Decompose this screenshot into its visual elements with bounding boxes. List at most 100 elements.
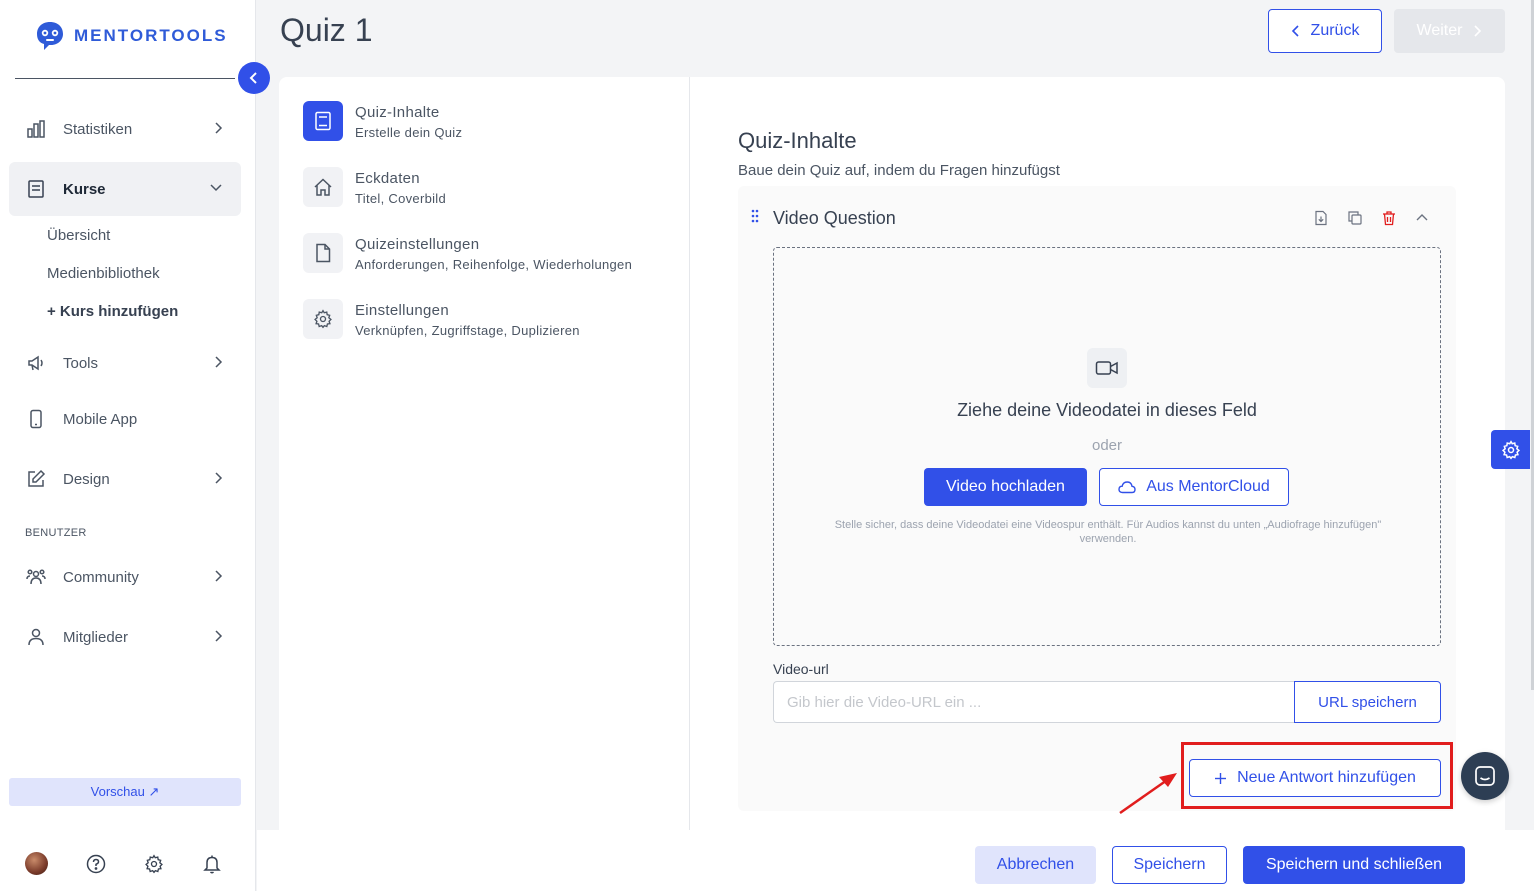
step-title: Quizeinstellungen	[355, 236, 480, 253]
annotation-arrow-icon	[1119, 773, 1177, 815]
back-label: Zurück	[1310, 22, 1360, 39]
duplicate-icon[interactable]	[1347, 210, 1363, 226]
bell-icon[interactable]	[202, 854, 222, 874]
sidebar: MENTORTOOLS Statistiken Kurse Übersicht …	[0, 0, 256, 891]
step-subtitle: Anforderungen, Reihenfolge, Wiederholung…	[355, 257, 633, 272]
nav-statistiken[interactable]: Statistiken	[9, 102, 241, 156]
nav-sub-medienbibliothek[interactable]: Medienbibliothek	[47, 265, 160, 282]
mentorcloud-button[interactable]: Aus MentorCloud	[1099, 468, 1289, 506]
chevron-right-icon	[213, 471, 223, 485]
sidebar-footer	[25, 852, 222, 875]
chevron-right-icon	[213, 629, 223, 643]
nav-label: Kurse	[63, 180, 106, 198]
mentorcloud-label: Aus MentorCloud	[1146, 478, 1270, 495]
nav-tools[interactable]: Tools	[9, 336, 241, 390]
question-title: Video Question	[773, 208, 896, 228]
chevron-left-icon	[1291, 24, 1301, 38]
step-title: Quiz-Inhalte	[355, 104, 440, 121]
step-title: Einstellungen	[355, 302, 449, 319]
step-icon-box	[303, 299, 343, 339]
step-title: Eckdaten	[355, 170, 420, 187]
settings-float-button[interactable]	[1491, 430, 1530, 469]
chevron-right-icon	[213, 569, 223, 583]
book-icon	[314, 111, 332, 131]
content-subtitle: Baue dein Quiz auf, indem du Fragen hinz…	[738, 162, 1060, 179]
book-icon	[25, 178, 47, 200]
preview-button[interactable]: Vorschau ↗	[9, 778, 241, 806]
gear-icon[interactable]	[144, 853, 164, 874]
chat-button[interactable]	[1461, 752, 1509, 800]
megaphone-icon	[25, 352, 47, 374]
step-icon-box	[303, 167, 343, 207]
dropzone-or: oder	[1091, 437, 1123, 454]
help-icon[interactable]	[86, 854, 106, 874]
content-title: Quiz-Inhalte	[738, 128, 857, 153]
step-subtitle: Titel, Coverbild	[355, 191, 447, 206]
next-label: Weiter	[1416, 22, 1463, 39]
gear-icon	[1501, 439, 1521, 460]
step-eckdaten[interactable]: Eckdaten Titel, Coverbild	[303, 167, 446, 207]
nav-label: Mobile App	[63, 410, 138, 428]
upload-video-button[interactable]: Video hochladen	[924, 468, 1087, 506]
step-subtitle: Erstelle dein Quiz	[355, 125, 463, 140]
pencil-icon	[25, 468, 47, 490]
chevron-right-icon	[213, 355, 223, 369]
question-panel: Video Question Ziehe deine Videodatei in…	[738, 186, 1456, 811]
nav-label: Mitglieder	[63, 628, 129, 646]
nav-kurse[interactable]: Kurse	[9, 162, 241, 216]
video-camera-icon	[1087, 348, 1127, 388]
save-and-close-button[interactable]: Speichern und schließen	[1243, 846, 1465, 884]
nav-label: Community	[63, 568, 139, 586]
editor-card: Quiz-Inhalte Erstelle dein Quiz Eckdaten…	[279, 77, 1505, 837]
import-file-icon[interactable]	[1313, 210, 1329, 226]
nav-label: Tools	[63, 354, 99, 372]
step-quiz-inhalte[interactable]: Quiz-Inhalte Erstelle dein Quiz	[303, 101, 462, 141]
section-label-benutzer: BENUTZER	[25, 527, 87, 539]
trash-icon[interactable]	[1381, 210, 1397, 226]
nav-sub-uebersicht[interactable]: Übersicht	[47, 227, 110, 244]
nav-design[interactable]: Design	[9, 452, 241, 506]
back-button[interactable]: Zurück	[1268, 9, 1382, 53]
bar-chart-icon	[25, 118, 47, 140]
mentortools-logo-icon	[34, 20, 66, 52]
divider	[15, 78, 235, 79]
video-url-label: Video-url	[773, 661, 829, 677]
users-icon	[25, 566, 47, 588]
steps-column: Quiz-Inhalte Erstelle dein Quiz Eckdaten…	[279, 77, 690, 837]
cloud-icon	[1118, 480, 1136, 494]
save-button[interactable]: Speichern	[1112, 846, 1227, 884]
step-icon-box	[303, 233, 343, 273]
next-button[interactable]: Weiter	[1394, 9, 1505, 53]
chevron-right-icon	[1472, 24, 1482, 38]
nav-mitglieder[interactable]: Mitglieder	[9, 610, 241, 664]
step-subtitle: Verknüpfen, Zugriffstage, Duplizieren	[355, 323, 580, 338]
home-icon	[313, 177, 333, 197]
nav-label: Statistiken	[63, 120, 133, 138]
nav-mobile-app[interactable]: Mobile App	[9, 392, 241, 446]
chevron-up-icon[interactable]	[1415, 211, 1429, 225]
highlight-box	[1181, 742, 1453, 809]
nav-label: Design	[63, 470, 110, 488]
gear-icon	[313, 309, 333, 329]
brand-logo[interactable]: MENTORTOOLS	[34, 20, 228, 52]
step-einstellungen[interactable]: Einstellungen Verknüpfen, Zugriffstage, …	[303, 299, 580, 339]
page-title: Quiz 1	[280, 12, 373, 48]
nav-community[interactable]: Community	[9, 550, 241, 604]
brand-name: MENTORTOOLS	[74, 26, 228, 45]
drag-handle-icon[interactable]	[751, 209, 759, 223]
step-icon-box	[303, 101, 343, 141]
dropzone-hint: Stelle sicher, dass deine Videodatei ein…	[834, 519, 1382, 545]
question-toolbar	[1313, 210, 1429, 226]
video-dropzone[interactable]: Ziehe deine Videodatei in dieses Feld od…	[773, 247, 1441, 646]
avatar[interactable]	[25, 852, 48, 875]
save-url-button[interactable]: URL speichern	[1294, 681, 1441, 723]
nav-sub-kurs-hinzufuegen[interactable]: + Kurs hinzufügen	[47, 303, 178, 320]
collapse-sidebar-button[interactable]	[238, 62, 270, 94]
file-icon	[314, 243, 332, 263]
chat-icon	[1474, 765, 1496, 787]
chevron-left-icon	[248, 71, 260, 85]
chevron-right-icon	[213, 121, 223, 135]
cancel-button[interactable]: Abbrechen	[975, 846, 1096, 884]
step-quizeinstellungen[interactable]: Quizeinstellungen Anforderungen, Reihenf…	[303, 233, 632, 273]
video-url-input[interactable]	[773, 681, 1295, 723]
